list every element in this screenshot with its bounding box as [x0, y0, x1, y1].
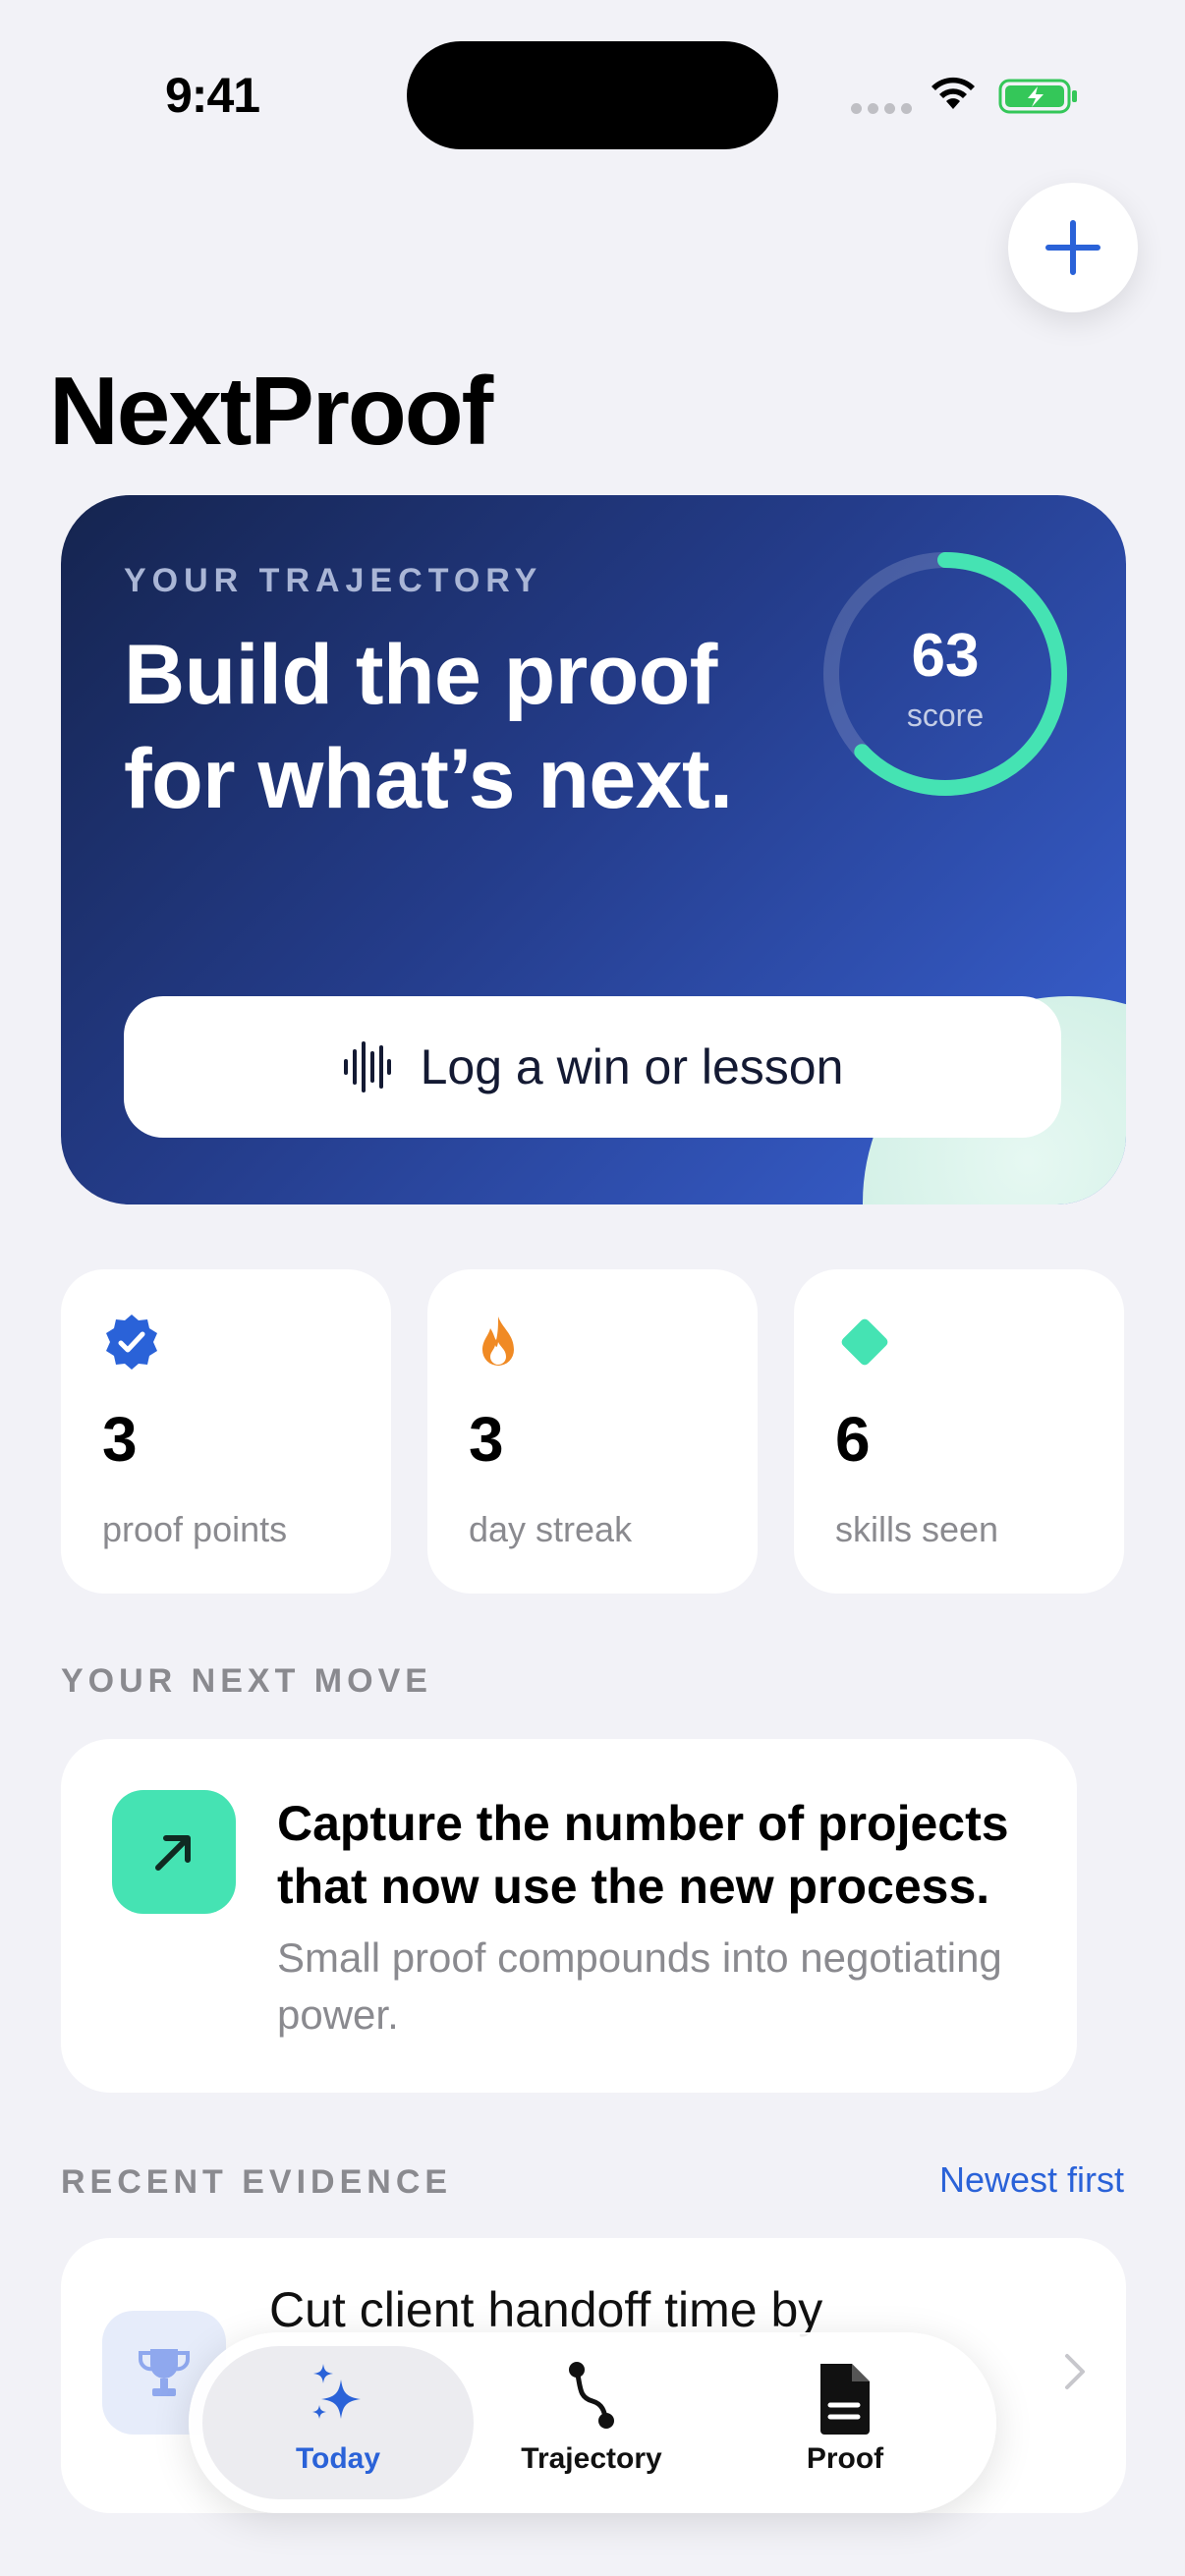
wifi-icon	[931, 77, 975, 109]
trajectory-card: YOUR TRAJECTORY Build the proof for what…	[61, 495, 1126, 1204]
evidence-title: Cut client handoff time by	[269, 2282, 823, 2337]
tab-label: Today	[295, 2442, 381, 2475]
battery-charging-icon	[998, 79, 1077, 114]
tab-label: Trajectory	[521, 2442, 662, 2475]
stat-card-proof-points[interactable]: 3 proof points	[61, 1269, 391, 1594]
tab-trajectory[interactable]: Trajectory	[474, 2358, 709, 2495]
stat-card-skills-seen[interactable]: 6 skills seen	[794, 1269, 1124, 1594]
log-win-label: Log a win or lesson	[420, 1039, 844, 1094]
stat-value: 6	[835, 1404, 871, 1475]
tab-bar: Today Trajectory Proof	[189, 2332, 996, 2513]
sparkles-icon	[312, 2364, 361, 2419]
section-label-next-move: YOUR NEXT MOVE	[61, 1662, 432, 1700]
score-value: 63	[911, 622, 980, 690]
path-icon	[569, 2362, 614, 2429]
tab-label: Proof	[806, 2442, 884, 2475]
hero-kicker: YOUR TRAJECTORY	[124, 562, 543, 599]
add-button[interactable]	[1008, 183, 1138, 312]
sort-newest-first-link[interactable]: Newest first	[939, 2159, 1124, 2201]
section-label-recent-evidence: RECENT EVIDENCE	[61, 2163, 453, 2201]
waveform-icon	[343, 1041, 391, 1092]
trophy-icon	[139, 2349, 190, 2396]
next-move-title: Capture the number of projects that now …	[277, 1796, 1009, 1914]
cellular-signal-icon	[851, 103, 912, 114]
page-title: NextProof	[49, 357, 493, 465]
plus-icon	[1045, 220, 1100, 275]
stat-label: day streak	[469, 1509, 633, 1549]
status-bar: 9:41	[0, 0, 1185, 149]
flame-icon	[482, 1316, 514, 1366]
chevron-right-icon	[1065, 2354, 1085, 2389]
next-move-icon-tile	[112, 1790, 236, 1914]
diamond-icon	[841, 1318, 888, 1366]
stat-label: proof points	[102, 1509, 288, 1549]
document-icon	[820, 2364, 870, 2435]
score-label: score	[906, 698, 985, 733]
log-win-button[interactable]: Log a win or lesson	[124, 996, 1061, 1138]
stat-card-day-streak[interactable]: 3 day streak	[427, 1269, 758, 1594]
status-time: 9:41	[165, 68, 260, 123]
tab-today[interactable]: Today	[220, 2358, 456, 2495]
arrow-up-right-icon	[155, 1835, 191, 1871]
tab-proof[interactable]: Proof	[727, 2358, 963, 2495]
stat-label: skills seen	[835, 1509, 999, 1549]
next-move-card[interactable]: Capture the number of projects that now …	[61, 1739, 1077, 2093]
hero-headline: Build the proof for what’s next.	[124, 628, 733, 826]
stat-value: 3	[102, 1404, 138, 1475]
verified-badge-icon	[106, 1315, 157, 1370]
dynamic-island	[407, 41, 778, 149]
stat-value: 3	[469, 1404, 504, 1475]
next-move-subtitle: Small proof compounds into negotiating p…	[277, 1934, 1002, 2038]
